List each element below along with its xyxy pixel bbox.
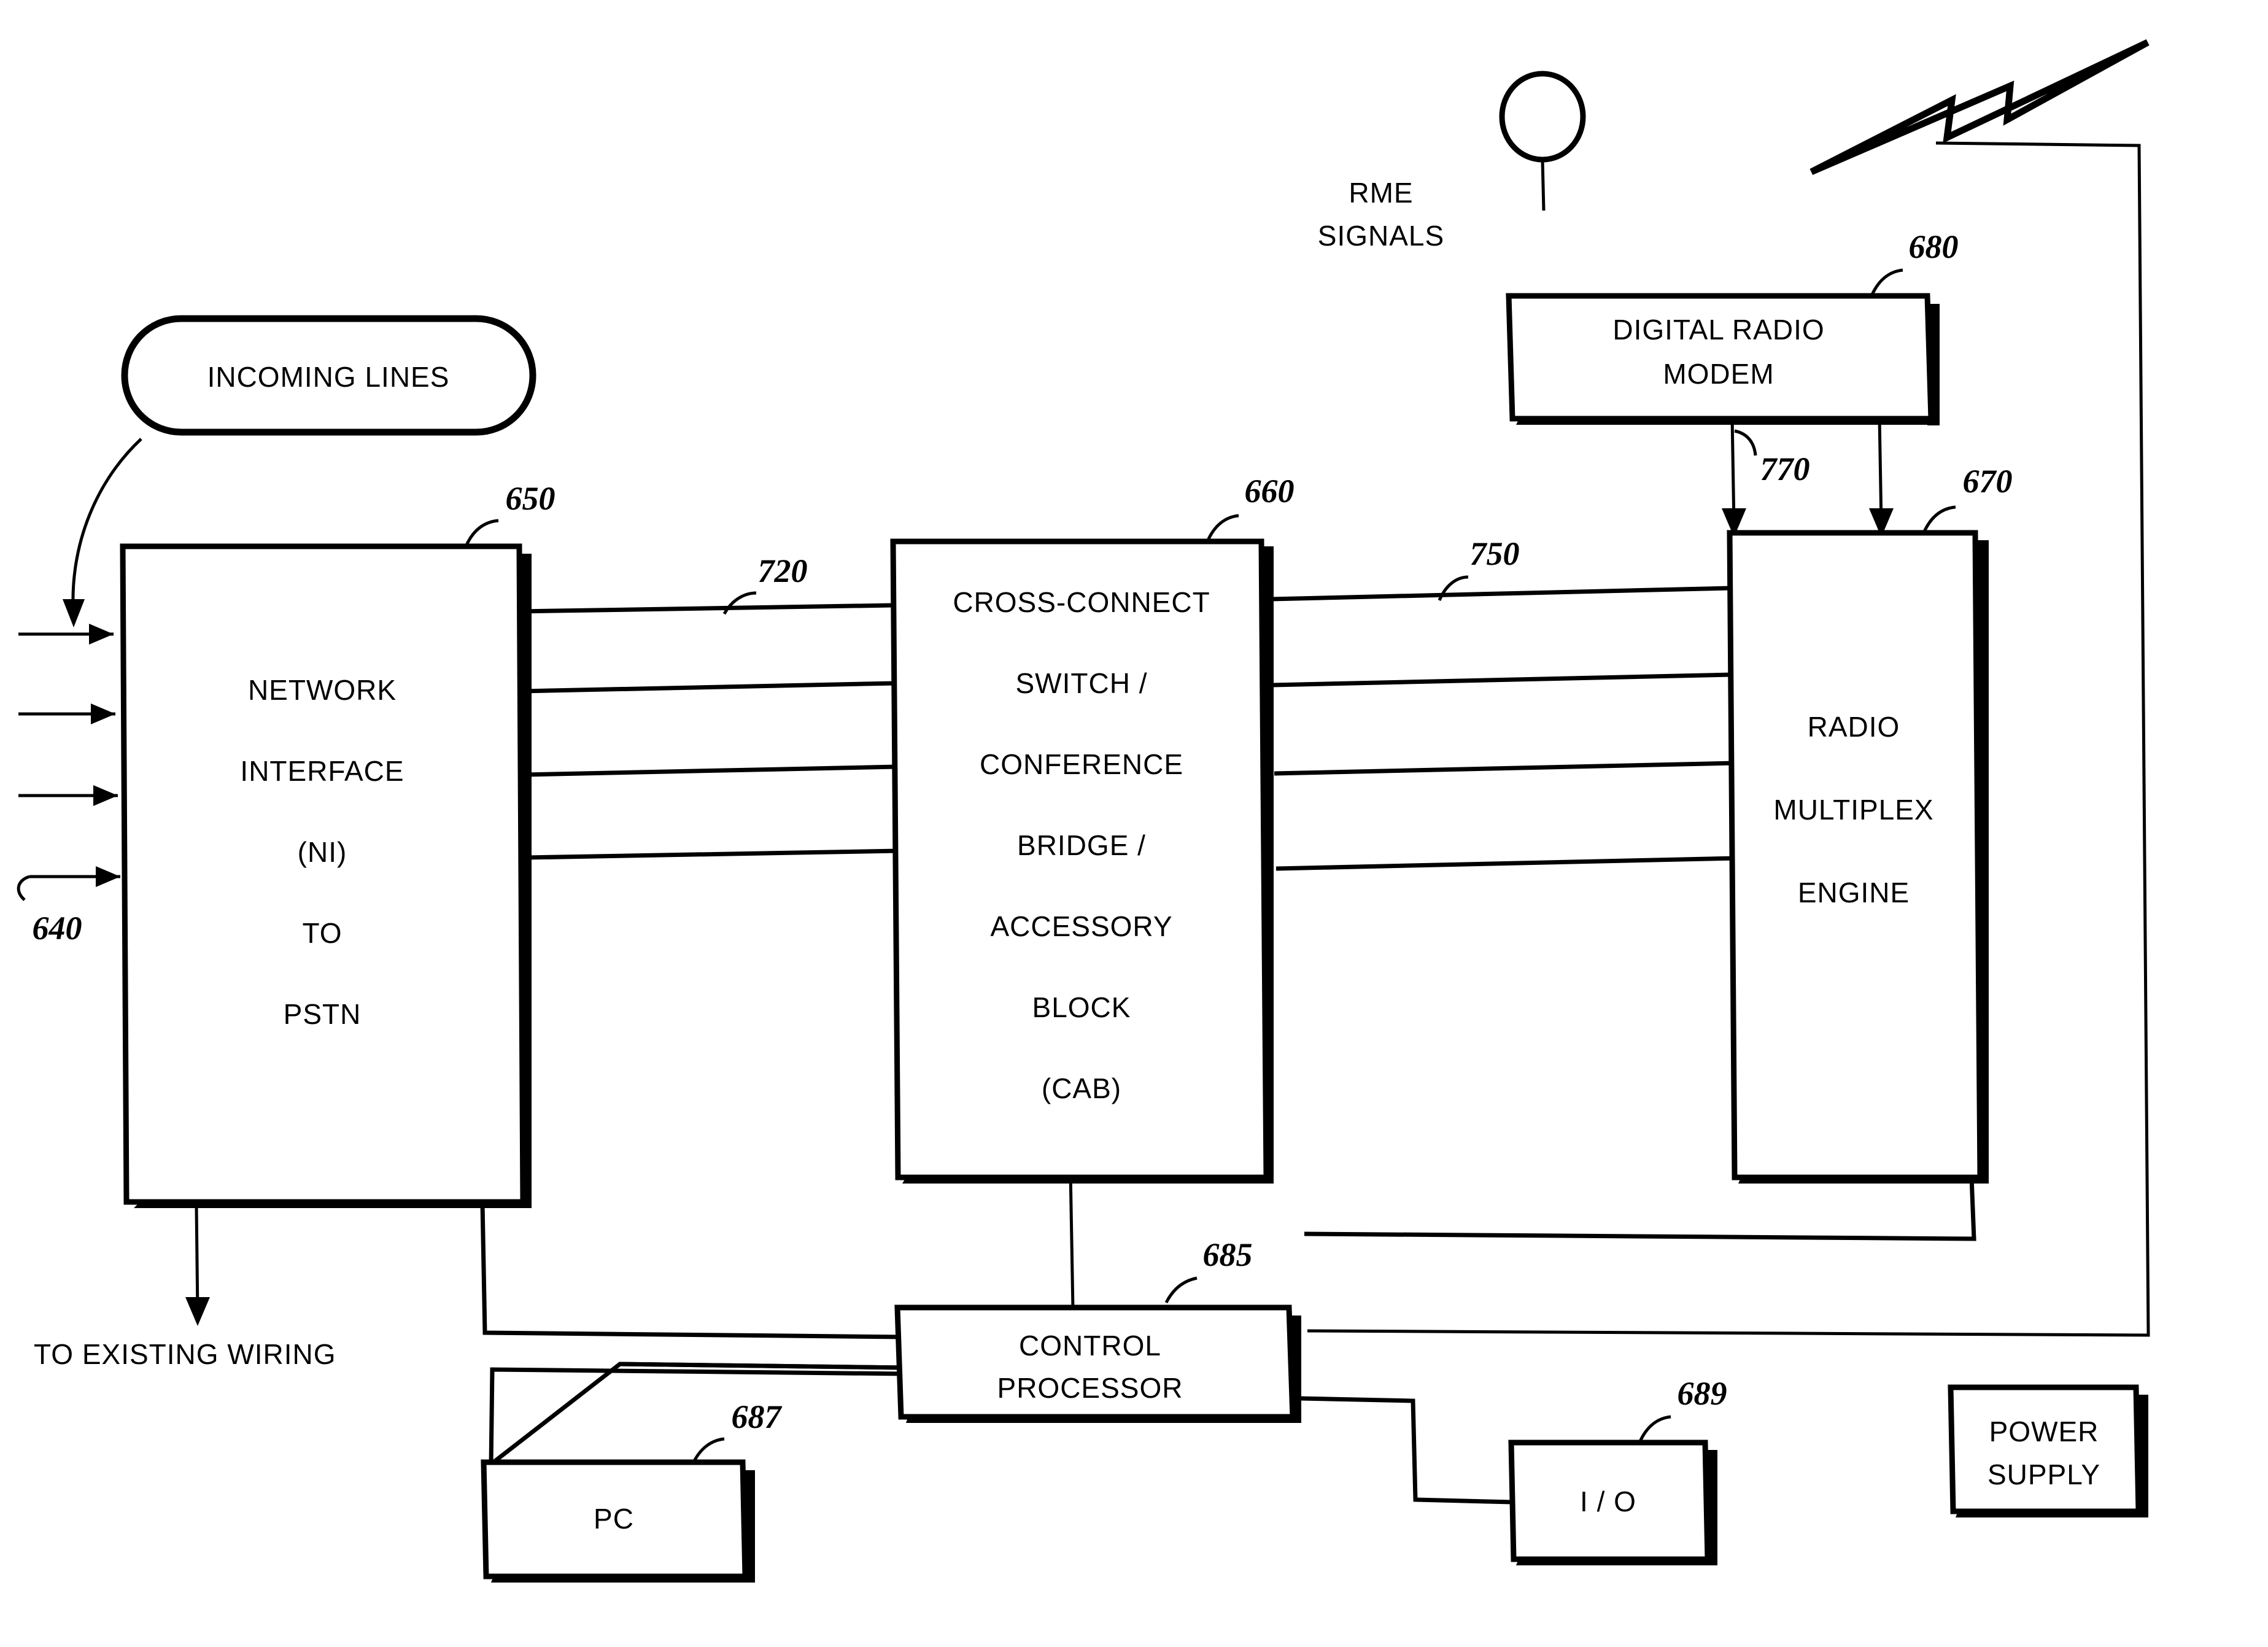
ni-line-3: (NI) (298, 836, 347, 868)
wire-rme-to-control-processor (1304, 1177, 1976, 1241)
ref-640: 640 (33, 910, 82, 947)
pc-label: PC (594, 1503, 634, 1535)
rme-line-1: RADIO (1808, 711, 1900, 743)
ref-660: 660 (1245, 473, 1295, 510)
bus-ni-to-cab (519, 603, 899, 860)
leader-687 (692, 1437, 725, 1463)
leader-689 (1638, 1415, 1671, 1443)
cab-line-6: BLOCK (1032, 991, 1131, 1023)
cab-line-4: BRIDGE / (1017, 829, 1146, 861)
ref-680: 680 (1909, 228, 1959, 265)
ni-line-4: TO (302, 917, 342, 949)
leader-770 (1734, 429, 1757, 456)
patent-figure-canvas: INCOMING LINES NETWORK INTERFACE (NI) TO… (0, 0, 2268, 1647)
block-diagram-svg: INCOMING LINES NETWORK INTERFACE (NI) TO… (17, 39, 2150, 1583)
cab-line-3: CONFERENCE (980, 748, 1183, 780)
ni-line-5: PSTN (284, 998, 362, 1030)
control-processor-line-2: PROCESSOR (997, 1372, 1183, 1404)
lightning-bolt-icon (1809, 39, 2150, 176)
wire-control-processor-to-io (1299, 1396, 1514, 1505)
ref-687: 687 (732, 1398, 783, 1435)
leader-660 (1206, 514, 1239, 541)
power-supply-block (1948, 1384, 2148, 1517)
cab-line-5: ACCESSORY (990, 910, 1172, 942)
wire-pc-to-control-processor (489, 1362, 906, 1466)
wire-to-existing-wiring (185, 1206, 210, 1326)
cab-line-1: CROSS-CONNECT (953, 586, 1210, 618)
ni-line-2: INTERFACE (240, 755, 404, 787)
modem-line-2: MODEM (1663, 358, 1774, 390)
bus-cab-to-rme (1270, 586, 1737, 871)
ref-689: 689 (1678, 1375, 1727, 1412)
rme-line-2: MULTIPLEX (1773, 794, 1933, 826)
rme-block (1727, 530, 1989, 1184)
control-processor-block (894, 1304, 1301, 1423)
ref-770: 770 (1760, 451, 1810, 487)
leader-720 (722, 591, 757, 615)
incoming-line-arrows (17, 624, 120, 901)
rme-signals-line-1: RME (1349, 177, 1413, 209)
control-processor-line-1: CONTROL (1019, 1330, 1161, 1362)
io-label: I / O (1580, 1486, 1636, 1517)
incoming-lines-label: INCOMING LINES (207, 361, 450, 393)
leader-650 (465, 519, 499, 546)
ref-750: 750 (1470, 535, 1520, 572)
wire-cab-to-control-processor (1069, 1172, 1075, 1310)
power-supply-line-1: POWER (1989, 1416, 2099, 1447)
rme-line-3: ENGINE (1798, 877, 1910, 909)
to-existing-wiring-label: TO EXISTING WIRING (34, 1338, 336, 1370)
cab-line-2: SWITCH / (1016, 667, 1148, 699)
antenna-circle-icon (1499, 71, 1586, 211)
ref-670: 670 (1963, 463, 2013, 500)
network-interface-block (120, 543, 532, 1208)
rme-signals-line-2: SIGNALS (1318, 220, 1444, 252)
wire-ni-to-control-processor (480, 1203, 904, 1339)
leader-680 (1870, 268, 1903, 296)
ref-720: 720 (758, 552, 808, 589)
modem-line-1: DIGITAL RADIO (1612, 314, 1824, 346)
ref-650: 650 (506, 480, 555, 517)
ref-685: 685 (1203, 1236, 1253, 1273)
ni-line-1: NETWORK (248, 674, 397, 706)
power-supply-line-2: SUPPLY (1987, 1459, 2100, 1490)
leader-670 (1922, 505, 1956, 533)
cab-line-7: (CAB) (1042, 1072, 1121, 1104)
leader-685 (1164, 1276, 1198, 1304)
